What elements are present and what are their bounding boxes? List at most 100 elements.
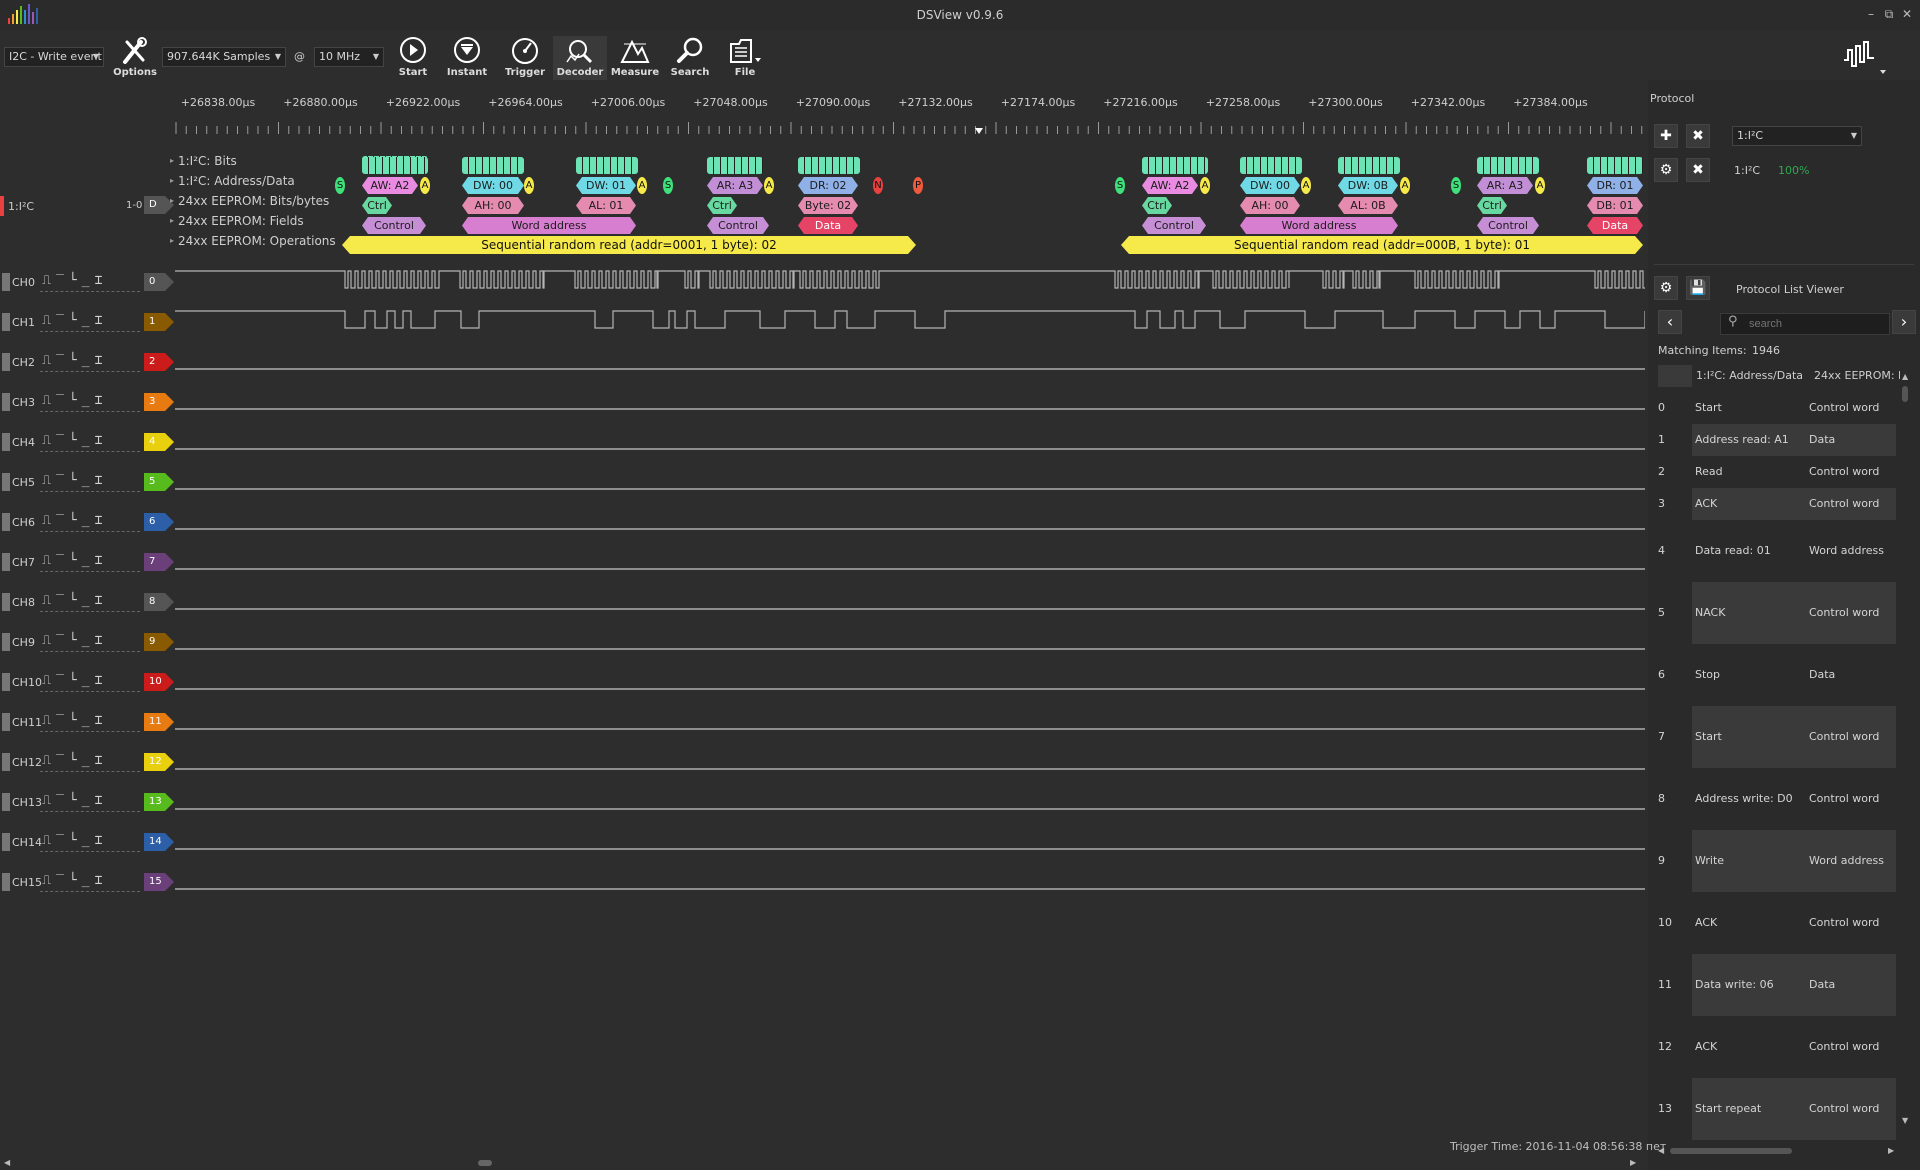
protocol-list-row[interactable]: 6 Stop Data — [1658, 644, 1898, 706]
channel-row[interactable]: CH2 ⎍‾└_⌶ 2 — [0, 353, 1645, 396]
channel-trigger-options[interactable]: ⎍‾└_⌶ — [42, 433, 107, 448]
channel-row[interactable]: CH7 ⎍‾└_⌶ 7 — [0, 553, 1645, 596]
channel-row[interactable]: CH4 ⎍‾└_⌶ 4 — [0, 433, 1645, 476]
channel-tag[interactable]: 2 — [144, 353, 174, 371]
measure-button[interactable]: Measure — [608, 36, 662, 80]
channel-drag-handle[interactable] — [2, 673, 10, 691]
channel-drag-handle[interactable] — [2, 753, 10, 771]
remove-decoder-button[interactable]: ✖ — [1686, 158, 1710, 182]
channel-trigger-options[interactable]: ⎍‾└_⌶ — [42, 473, 107, 488]
channel-row[interactable]: CH11 ⎍‾└_⌶ 11 — [0, 713, 1645, 756]
protocol-list-row[interactable]: 9 Write Word address — [1658, 830, 1898, 892]
channel-tag[interactable]: 3 — [144, 393, 174, 411]
channel-row[interactable]: CH3 ⎍‾└_⌶ 3 — [0, 393, 1645, 436]
protocol-list-row[interactable]: 10 ACK Control word — [1658, 892, 1898, 954]
channel-drag-handle[interactable] — [2, 313, 10, 331]
channel-tag[interactable]: 15 — [144, 873, 174, 891]
samples-select[interactable]: 907.644K Samples ▼ — [162, 47, 286, 67]
protocol-dock-icon[interactable] — [1840, 36, 1900, 78]
trigger-button[interactable]: Trigger — [498, 36, 552, 80]
channel-tag[interactable]: 14 — [144, 833, 174, 851]
list-settings-button[interactable]: ⚙ — [1654, 276, 1678, 300]
channel-drag-handle[interactable] — [2, 833, 10, 851]
remove-all-decoders-button[interactable]: ✖ — [1686, 124, 1710, 148]
channel-trigger-options[interactable]: ⎍‾└_⌶ — [42, 753, 107, 768]
sample-rate-select[interactable]: 10 MHz ▼ — [314, 47, 384, 67]
channel-trigger-options[interactable]: ⎍‾└_⌶ — [42, 673, 107, 688]
channel-drag-handle[interactable] — [2, 553, 10, 571]
channel-tag[interactable]: 7 — [144, 553, 174, 571]
search-button[interactable]: Search — [663, 36, 717, 80]
channel-tag[interactable]: 5 — [144, 473, 174, 491]
minimize-button[interactable]: – — [1862, 6, 1880, 22]
channel-trigger-options[interactable]: ⎍‾└_⌶ — [42, 873, 107, 888]
channel-trigger-options[interactable]: ⎍‾└_⌶ — [42, 513, 107, 528]
channel-drag-handle[interactable] — [2, 593, 10, 611]
channel-trigger-options[interactable]: ⎍‾└_⌶ — [42, 833, 107, 848]
channel-drag-handle[interactable] — [2, 713, 10, 731]
channel-row[interactable]: CH9 ⎍‾└_⌶ 9 — [0, 633, 1645, 676]
list-horizontal-scrollbar[interactable]: ◀ ▶ — [1658, 1146, 1898, 1156]
instant-button[interactable]: Instant — [440, 36, 494, 80]
waveform-horizontal-scrollbar[interactable]: ◀ ▶ — [0, 1158, 1645, 1168]
channel-trigger-options[interactable]: ⎍‾└_⌶ — [42, 713, 107, 728]
channel-tag[interactable]: 4 — [144, 433, 174, 451]
start-button[interactable]: Start — [386, 36, 440, 80]
channel-trigger-options[interactable]: ⎍‾└_⌶ — [42, 313, 107, 328]
protocol-list-row[interactable]: 4 Data read: 01 Word address — [1658, 520, 1898, 582]
protocol-search-input[interactable] — [1720, 313, 1890, 335]
scroll-thumb[interactable] — [478, 1160, 492, 1166]
channel-row[interactable]: CH6 ⎍‾└_⌶ 6 — [0, 513, 1645, 556]
channel-drag-handle[interactable] — [2, 793, 10, 811]
channel-tag[interactable]: 8 — [144, 593, 174, 611]
channel-drag-handle[interactable] — [2, 633, 10, 651]
header-column-eeprom[interactable]: 24xx EEPROM: I — [1814, 369, 1900, 382]
channel-drag-handle[interactable] — [2, 353, 10, 371]
channel-trigger-options[interactable]: ⎍‾└_⌶ — [42, 633, 107, 648]
channel-tag[interactable]: 6 — [144, 513, 174, 531]
protocol-list-row[interactable]: 11 Data write: 06 Data — [1658, 954, 1898, 1016]
channel-trigger-options[interactable]: ⎍‾└_⌶ — [42, 553, 107, 568]
protocol-select[interactable]: 1:I²C ▼ — [1732, 126, 1862, 146]
channel-tag[interactable]: 1 — [144, 313, 174, 331]
channel-row[interactable]: CH12 ⎍‾└_⌶ 12 — [0, 753, 1645, 796]
channel-drag-handle[interactable] — [2, 873, 10, 891]
trigger-cursor-icon[interactable] — [975, 128, 983, 134]
list-vertical-scrollbar[interactable]: ▲ ▼ — [1900, 370, 1910, 1130]
protocol-list-row[interactable]: 3 ACK Control word — [1658, 488, 1898, 520]
close-button[interactable]: ✕ — [1898, 6, 1916, 22]
channel-row[interactable]: CH14 ⎍‾└_⌶ 14 — [0, 833, 1645, 876]
trigger-event-select[interactable]: I2C - Write event ▼ — [4, 47, 104, 67]
export-list-button[interactable]: 💾 — [1686, 276, 1710, 300]
channel-trigger-options[interactable]: ⎍‾└_⌶ — [42, 593, 107, 608]
channel-drag-handle[interactable] — [2, 273, 10, 291]
channel-trigger-options[interactable]: ⎍‾└_⌶ — [42, 793, 107, 808]
channel-tag[interactable]: 13 — [144, 793, 174, 811]
decoder-settings-button[interactable]: ⚙ — [1654, 158, 1678, 182]
protocol-list-row[interactable]: 2 Read Control word — [1658, 456, 1898, 488]
channel-tag[interactable]: 0 — [144, 273, 174, 291]
add-decoder-button[interactable]: ✚ — [1654, 124, 1678, 148]
decoder-button[interactable]: Decoder — [553, 36, 607, 80]
protocol-list-row[interactable]: 7 Start Control word — [1658, 706, 1898, 768]
channel-row[interactable]: CH15 ⎍‾└_⌶ 15 — [0, 873, 1645, 916]
channel-row[interactable]: CH5 ⎍‾└_⌶ 5 — [0, 473, 1645, 516]
channel-row[interactable]: CH10 ⎍‾└_⌶ 10 — [0, 673, 1645, 716]
channel-row[interactable]: CH1 ⎍‾└_⌶ 1 — [0, 310, 1645, 356]
protocol-list-row[interactable]: 13 Start repeat Control word — [1658, 1078, 1898, 1140]
channel-tag[interactable]: 9 — [144, 633, 174, 651]
channel-drag-handle[interactable] — [2, 513, 10, 531]
protocol-list-row[interactable]: 5 NACK Control word — [1658, 582, 1898, 644]
channel-drag-handle[interactable] — [2, 473, 10, 491]
protocol-list-row[interactable]: 1 Address read: A1 Data — [1658, 424, 1898, 456]
restore-button[interactable]: ⧉ — [1880, 6, 1898, 22]
channel-row[interactable]: CH8 ⎍‾└_⌶ 8 — [0, 593, 1645, 636]
channel-trigger-options[interactable]: ⎍‾└_⌶ — [42, 393, 107, 408]
channel-tag[interactable]: 11 — [144, 713, 174, 731]
channel-drag-handle[interactable] — [2, 393, 10, 411]
time-ruler[interactable]: +26838.00µs +26880.00µs +26922.00µs +26964.… — [172, 92, 1647, 138]
protocol-list-row[interactable]: 8 Address write: D0 Control word — [1658, 768, 1898, 830]
channel-tag[interactable]: 10 — [144, 673, 174, 691]
scroll-thumb[interactable] — [1902, 386, 1908, 402]
scroll-thumb[interactable] — [1670, 1148, 1792, 1154]
